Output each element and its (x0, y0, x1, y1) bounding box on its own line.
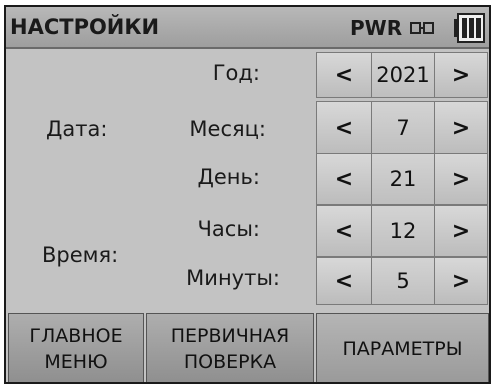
hours-value: 12 (372, 205, 434, 257)
battery-icon (454, 13, 485, 43)
year-decrement-button[interactable]: < (316, 52, 372, 98)
month-increment-button[interactable]: > (434, 101, 488, 155)
date-group-label: Дата: (46, 117, 108, 141)
power-label: PWR (350, 16, 403, 40)
day-increment-button[interactable]: > (434, 153, 488, 205)
title-bar: НАСТРОЙКИ PWR (6, 7, 489, 49)
day-label: День: (197, 165, 260, 189)
month-label: Месяц: (189, 117, 266, 141)
month-decrement-button[interactable]: < (316, 101, 372, 155)
main-menu-label-line1: ГЛАВНОЕ (29, 324, 123, 347)
hours-decrement-button[interactable]: < (316, 205, 372, 257)
year-value: 2021 (372, 52, 434, 98)
minutes-decrement-button[interactable]: < (316, 257, 372, 305)
initial-check-label-line2: ПОВЕРКА (183, 350, 277, 373)
minutes-value: 5 (372, 257, 434, 305)
year-increment-button[interactable]: > (434, 52, 488, 98)
month-value: 7 (372, 101, 434, 155)
plug-icon (410, 22, 434, 34)
initial-check-label-line1: ПЕРВИЧНАЯ (170, 324, 290, 347)
settings-screen: НАСТРОЙКИ PWR Дата: Время: Год: < 2021 >… (4, 5, 491, 384)
day-decrement-button[interactable]: < (316, 153, 372, 205)
minutes-increment-button[interactable]: > (434, 257, 488, 305)
hours-label: Часы: (197, 217, 260, 241)
page-title: НАСТРОЙКИ (10, 15, 160, 39)
initial-check-button[interactable]: ПЕРВИЧНАЯ ПОВЕРКА (146, 313, 314, 382)
day-value: 21 (372, 153, 434, 205)
year-label: Год: (212, 61, 260, 85)
hours-increment-button[interactable]: > (434, 205, 488, 257)
minutes-label: Минуты: (186, 266, 280, 290)
parameters-button[interactable]: ПАРАМЕТРЫ (316, 313, 489, 382)
parameters-label: ПАРАМЕТРЫ (342, 337, 463, 360)
time-group-label: Время: (42, 243, 119, 267)
main-menu-button[interactable]: ГЛАВНОЕ МЕНЮ (8, 313, 144, 382)
main-menu-label-line2: МЕНЮ (44, 350, 108, 373)
